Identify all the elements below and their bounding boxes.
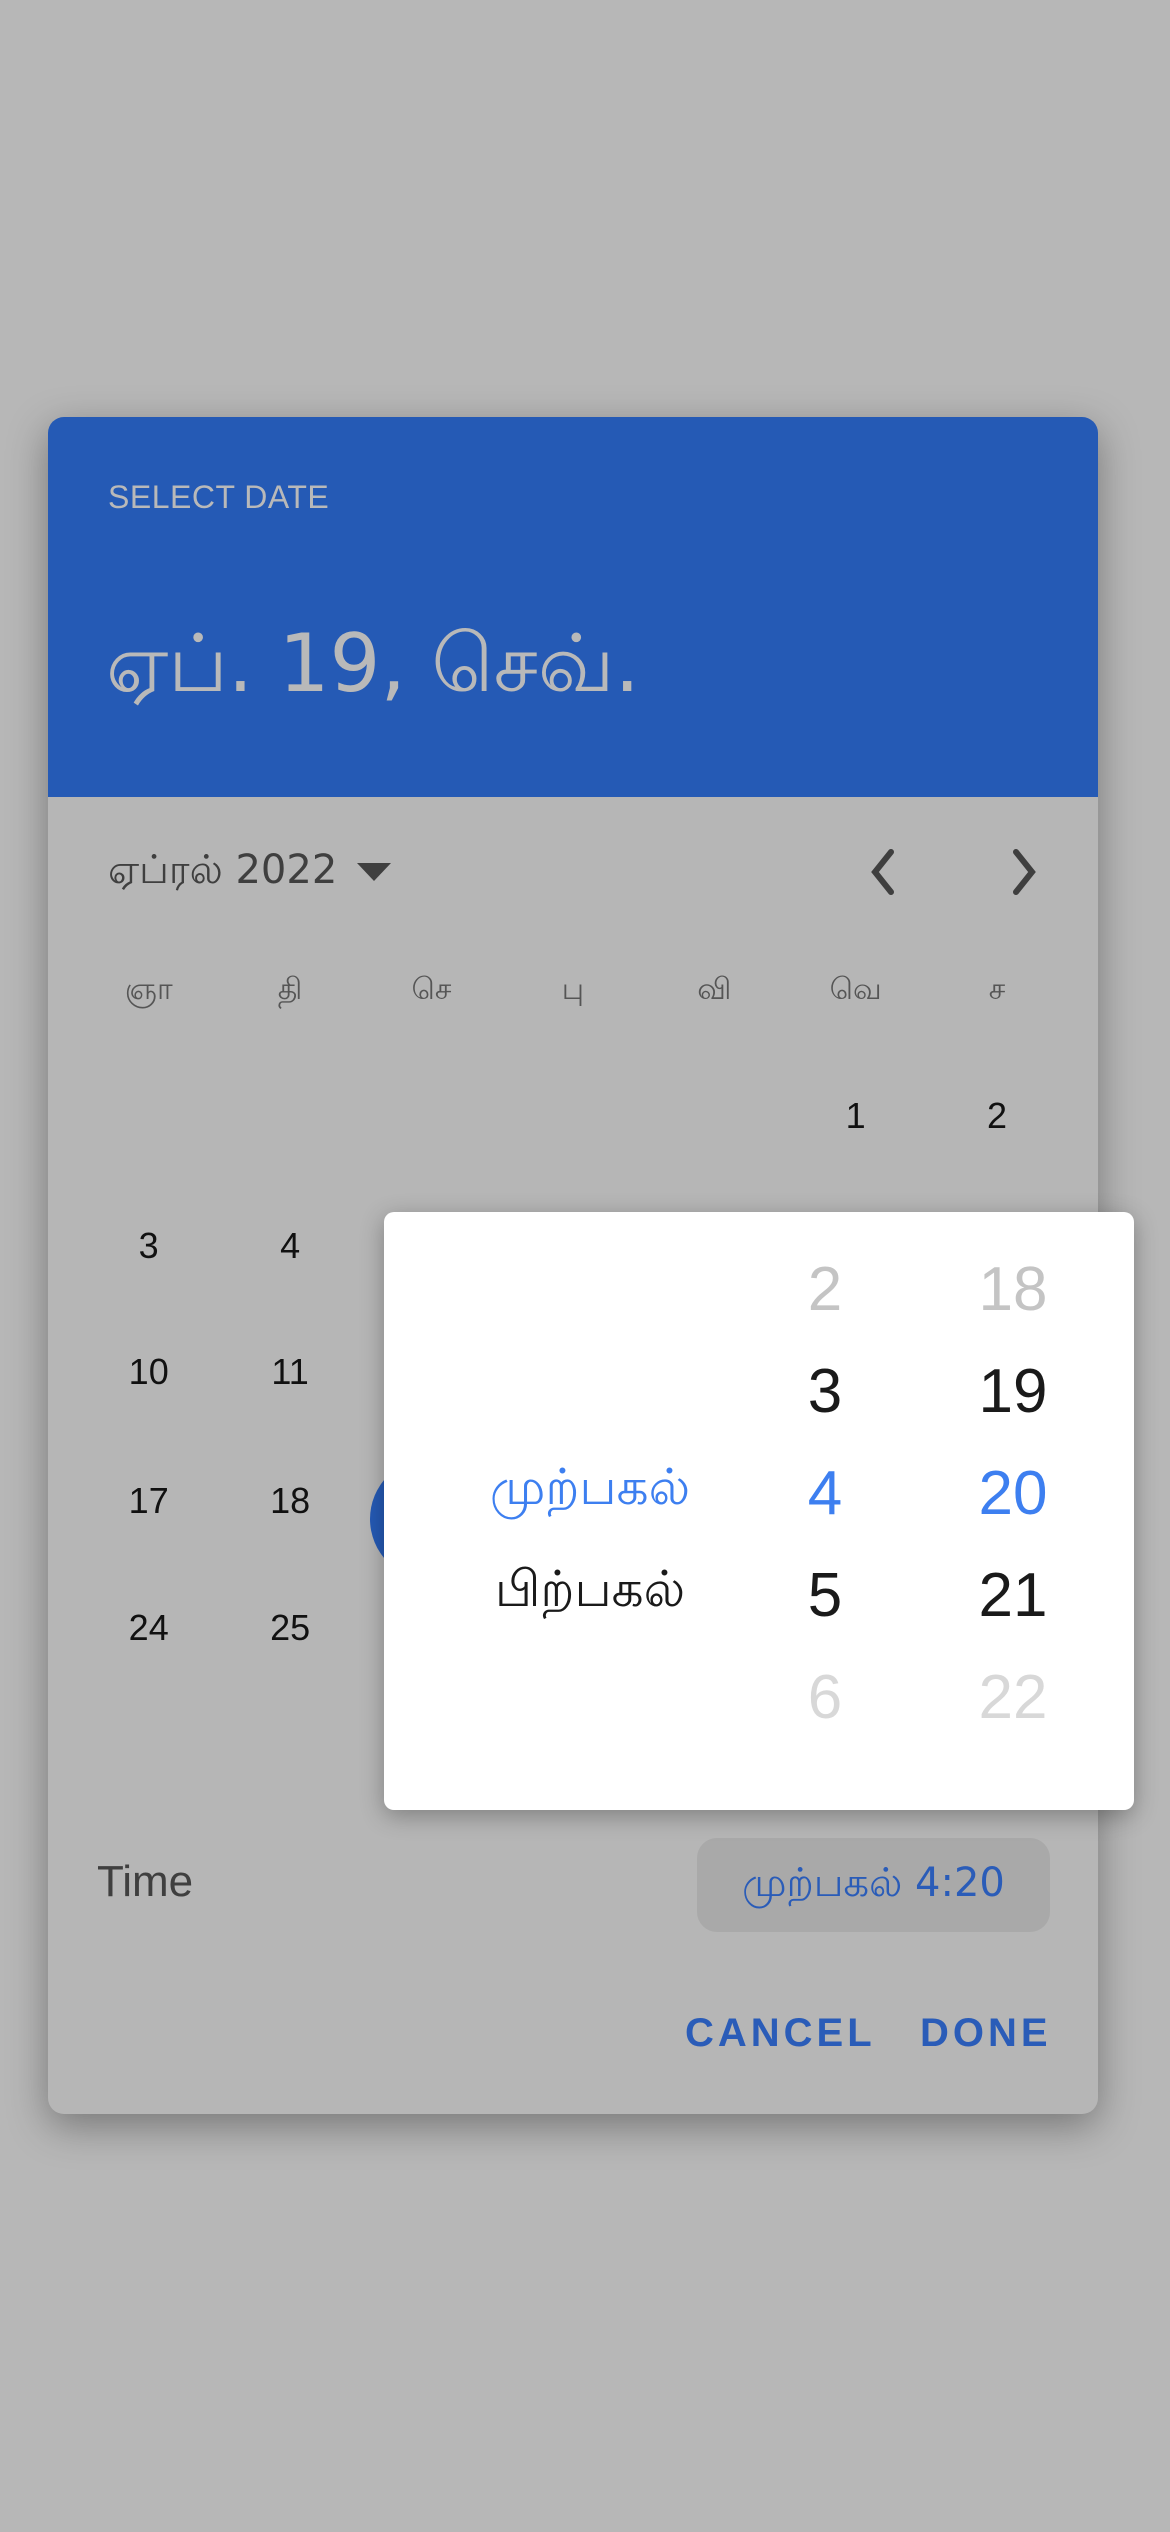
weekday: செ [411, 972, 452, 1007]
hour-option[interactable]: 3 [808, 1356, 842, 1458]
time-picker-popup: முற்பகல் பிற்பகல் 2 3 4 5 6 18 19 20 21 22 [384, 1212, 1134, 1810]
hour-option[interactable]: 4 [808, 1458, 842, 1560]
calendar-day[interactable]: 2 [926, 1095, 1067, 1137]
dropdown-triangle-icon [357, 863, 392, 881]
calendar-day[interactable]: 4 [219, 1225, 360, 1267]
calendar-empty-cell [219, 1095, 360, 1137]
ampm-option[interactable]: முற்பகல் [490, 1458, 690, 1560]
calendar-week: 12 [78, 1095, 1068, 1137]
minute-option[interactable]: 20 [979, 1458, 1048, 1560]
month-year-dropdown[interactable]: ஏப்ரல் 2022 [108, 837, 392, 907]
dialog-header: SELECT DATE ஏப். 19, செவ். [48, 417, 1098, 797]
chevron-left-icon [871, 849, 894, 895]
weekday: ச [988, 972, 1006, 1007]
minute-option[interactable]: 19 [979, 1356, 1048, 1458]
minute-option[interactable]: 22 [979, 1662, 1048, 1764]
ampm-option[interactable]: பிற்பகல் [495, 1560, 685, 1662]
calendar-day[interactable]: 17 [78, 1480, 219, 1522]
weekday-header: ஞா தி செ பு வி வெ ச [78, 972, 1068, 1011]
month-label: ஏப்ரல் 2022 [108, 846, 338, 893]
calendar-empty-cell [502, 1095, 643, 1137]
weekday: வி [697, 972, 732, 1007]
calendar-empty-cell [644, 1095, 785, 1137]
calendar-day[interactable]: 1 [785, 1095, 926, 1137]
calendar-empty-cell [361, 1095, 502, 1137]
chevron-right-icon [1013, 849, 1036, 895]
weekday: வெ [829, 972, 882, 1007]
minute-option[interactable]: 18 [979, 1254, 1048, 1356]
hour-option[interactable]: 6 [808, 1662, 842, 1764]
time-label: Time [97, 1857, 194, 1906]
done-button[interactable]: DONE [920, 2011, 1052, 2056]
previous-month-button[interactable] [847, 837, 917, 907]
calendar-day[interactable]: 10 [78, 1351, 219, 1393]
select-date-label: SELECT DATE [108, 479, 330, 515]
calendar-day[interactable]: 11 [219, 1351, 360, 1393]
calendar-day[interactable]: 3 [78, 1225, 219, 1267]
cancel-button[interactable]: CANCEL [685, 2011, 876, 2056]
selected-date-display: ஏப். 19, செவ். [106, 617, 640, 710]
time-chip[interactable]: முற்பகல் 4:20 [697, 1838, 1050, 1932]
hour-option[interactable]: 2 [808, 1254, 842, 1356]
next-month-button[interactable] [990, 837, 1060, 907]
weekday: ஞா [124, 972, 173, 1007]
minute-option[interactable]: 21 [979, 1560, 1048, 1662]
weekday: தி [277, 972, 303, 1007]
hour-option[interactable]: 5 [808, 1560, 842, 1662]
calendar-day[interactable]: 24 [78, 1607, 219, 1649]
calendar-day[interactable]: 25 [219, 1607, 360, 1649]
calendar-day[interactable]: 18 [219, 1480, 360, 1522]
weekday: பு [561, 972, 585, 1007]
calendar-empty-cell [78, 1095, 219, 1137]
